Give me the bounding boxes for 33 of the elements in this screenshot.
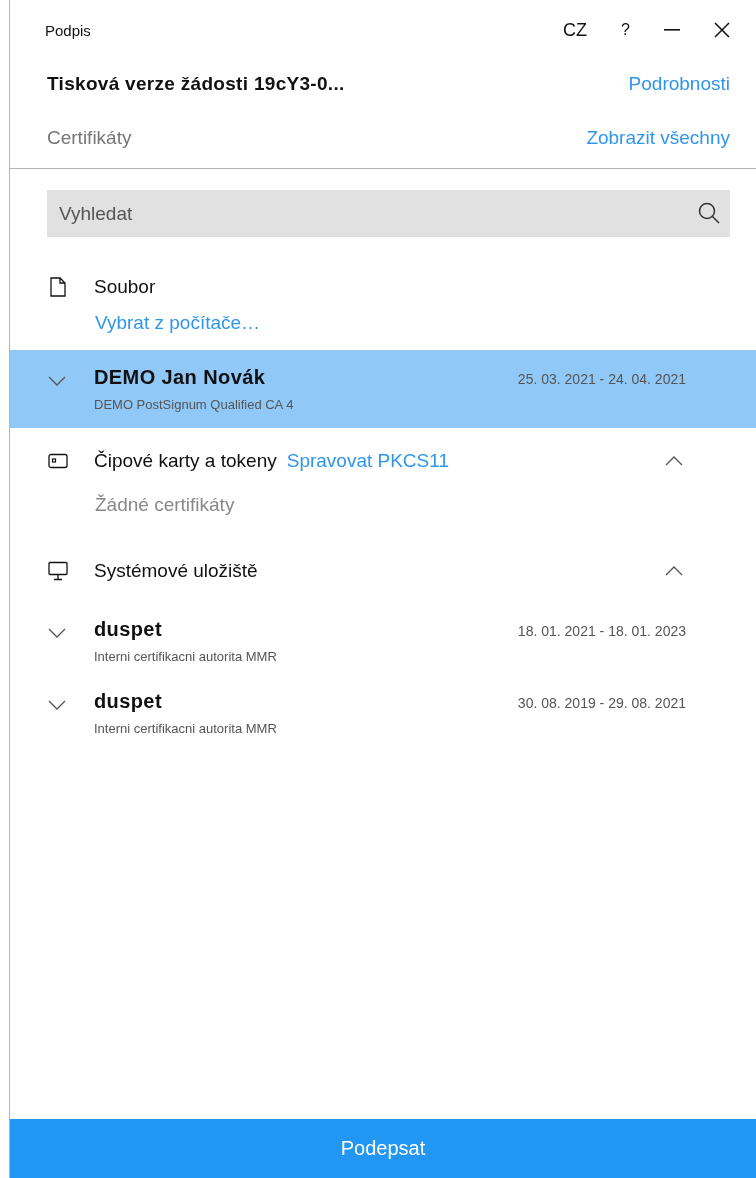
certificate-name: DEMO Jan Novák	[94, 366, 266, 389]
issuer-name: DEMO PostSignum Qualified CA 4	[94, 397, 295, 412]
validity-dates: 18. 01. 2021 - 18. 01. 2023	[517, 623, 686, 639]
window-title: Podpis	[45, 21, 92, 39]
section-title: Čipové karty a tokeny	[94, 450, 277, 472]
certificate-name: duspet	[94, 690, 162, 713]
certificate-row[interactable]: duspet 30. 08. 2019 - 29. 08. 2021 Interni certifikacni autorita MMR	[10, 676, 756, 748]
help-button[interactable]: ?	[621, 21, 630, 39]
issuer-name: Interni certifikacni autorita MMR	[94, 649, 278, 664]
validity-dates: 30. 08. 2019 - 29. 08. 2021	[517, 695, 686, 711]
search-icon[interactable]	[698, 202, 720, 224]
issuer-name: Interni certifikacni autorita MMR	[94, 721, 278, 736]
language-button[interactable]: CZ	[563, 19, 588, 41]
empty-message: Žádné certifikáty	[95, 494, 235, 516]
certificate-name: duspet	[94, 618, 162, 641]
chevron-up-icon[interactable]	[665, 566, 683, 576]
chevron-down-icon[interactable]	[48, 628, 66, 638]
chevron-up-icon[interactable]	[665, 456, 683, 466]
certificate-row[interactable]: DEMO Jan Novák 25. 03. 2021 - 24. 04. 2021 DEMO PostSignum Qualified CA 4	[10, 350, 756, 428]
monitor-icon	[48, 561, 68, 581]
card-icon	[48, 453, 68, 469]
validity-dates: 25. 03. 2021 - 24. 04. 2021	[517, 371, 686, 387]
chevron-down-icon[interactable]	[48, 700, 66, 710]
minimize-icon[interactable]	[664, 29, 680, 31]
section-label: Certifikáty	[47, 127, 132, 149]
file-icon	[48, 277, 68, 297]
close-icon[interactable]	[714, 22, 730, 38]
certificate-row[interactable]: duspet 18. 01. 2021 - 18. 01. 2023 Interni certifikacni autorita MMR	[10, 604, 756, 676]
document-title: Tisková verze žádosti 19cY3-0...	[47, 73, 345, 95]
search-field[interactable]: Vyhledat	[47, 190, 730, 237]
chevron-down-icon[interactable]	[48, 376, 66, 386]
section-title: Systémové uložiště	[94, 560, 258, 582]
section-title: Soubor	[94, 276, 156, 298]
